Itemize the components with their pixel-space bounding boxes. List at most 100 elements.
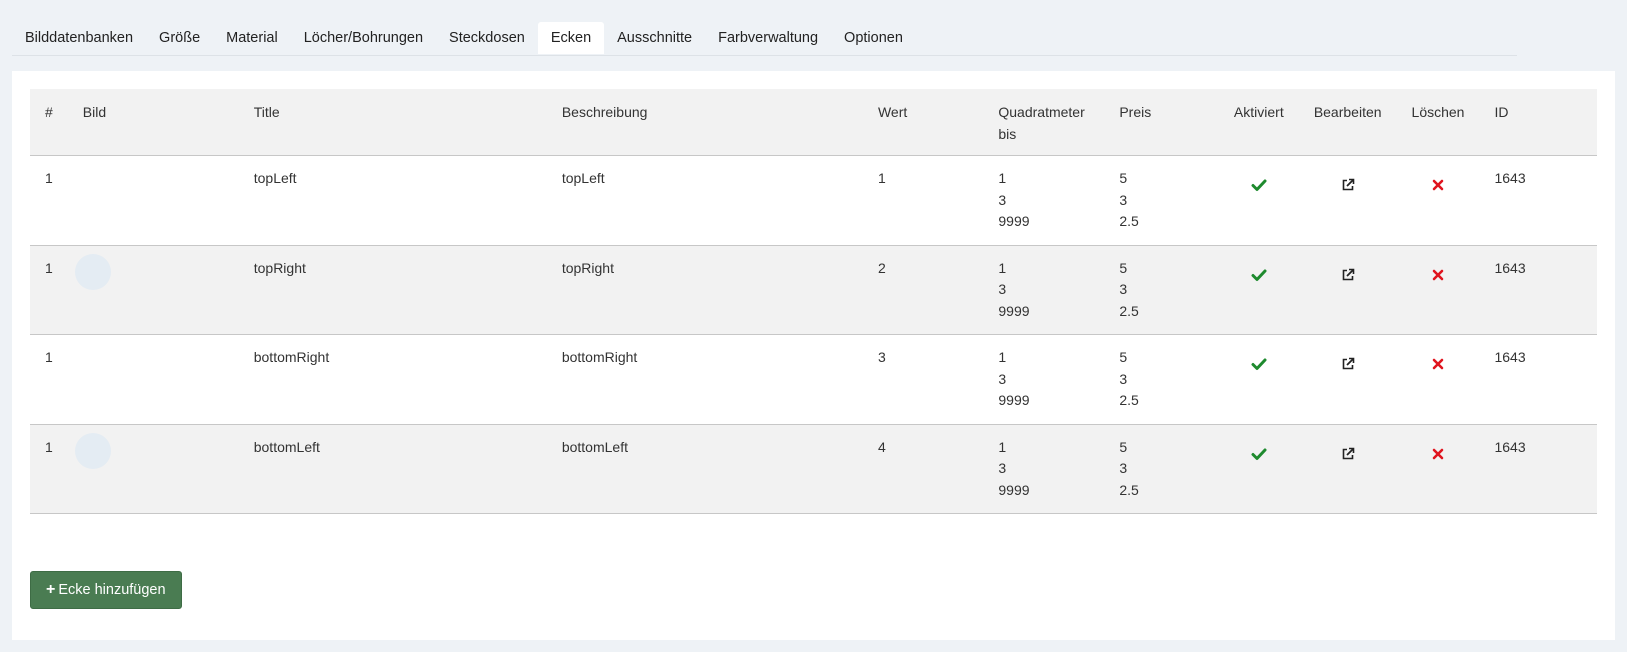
row-edit: [1298, 155, 1397, 246]
tab-ecken[interactable]: Ecken: [537, 22, 605, 54]
price-tier: 2.5: [1119, 392, 1139, 408]
square-meters-tier: 1: [998, 170, 1007, 186]
tab-bar: Bilddatenbanken Größe Material Löcher/Bo…: [12, 22, 1517, 56]
header-delete: Löschen: [1396, 89, 1480, 156]
tab-bilddatenbanken[interactable]: Bilddatenbanken: [12, 22, 146, 54]
tab-optionen[interactable]: Optionen: [831, 22, 916, 54]
row-title: bottomRight: [238, 334, 547, 425]
add-corner-button-label: Ecke hinzufügen: [58, 582, 166, 598]
row-edit: [1298, 245, 1397, 335]
tab-ausschnitte[interactable]: Ausschnitte: [604, 22, 705, 54]
check-icon[interactable]: [1251, 446, 1267, 462]
close-icon[interactable]: [1430, 267, 1446, 283]
table-row: 1 bottomLeft bottomLeft 4 1 3 9999 5 3 2.5 1643: [30, 424, 1597, 514]
thumbnail-image: [74, 253, 111, 290]
header-price: Preis: [1104, 89, 1219, 156]
header-edit: Bearbeiten: [1298, 89, 1397, 156]
row-description: bottomRight: [546, 334, 863, 425]
row-active: [1218, 245, 1299, 335]
content-panel: # Bild Title Beschreibung Wert Quadratme…: [12, 71, 1615, 640]
external-link-icon[interactable]: [1340, 177, 1356, 193]
square-meters-tier: 3: [998, 460, 1007, 476]
check-icon[interactable]: [1251, 267, 1267, 283]
row-edit: [1298, 424, 1397, 514]
row-value: 3: [862, 334, 984, 425]
row-delete: [1396, 334, 1480, 425]
row-square-meters: 1 3 9999: [983, 334, 1105, 425]
row-number: 1: [30, 245, 68, 335]
row-number: 1: [30, 155, 68, 246]
square-meters-tier: 9999: [998, 302, 1030, 319]
header-value: Wert: [862, 89, 984, 156]
row-id: 1643: [1479, 155, 1597, 246]
row-title: topLeft: [238, 155, 547, 246]
header-id: ID: [1479, 89, 1597, 156]
header-square-meters: Quadratmeter bis: [983, 89, 1105, 156]
row-image: [67, 334, 239, 425]
external-link-icon[interactable]: [1340, 446, 1356, 462]
close-icon[interactable]: [1430, 356, 1446, 372]
square-meters-tier: 1: [998, 259, 1007, 276]
external-link-icon[interactable]: [1340, 267, 1356, 283]
row-active: [1218, 334, 1299, 425]
row-price: 5 3 2.5: [1104, 424, 1219, 514]
row-image: [67, 424, 239, 514]
row-image: [67, 155, 239, 246]
header-description: Beschreibung: [546, 89, 863, 156]
row-active: [1218, 155, 1299, 246]
row-title: bottomLeft: [238, 424, 547, 514]
price-tier: 2.5: [1119, 481, 1139, 498]
tab-loecher-bohrungen[interactable]: Löcher/Bohrungen: [291, 22, 436, 54]
row-value: 4: [862, 424, 984, 514]
check-icon[interactable]: [1251, 356, 1267, 372]
row-active: [1218, 424, 1299, 514]
table-row: 1 bottomRight bottomRight 3 1 3 9999 5 3 2.5 1643: [30, 334, 1597, 425]
tab-material[interactable]: Material: [213, 22, 291, 54]
price-tier: 5: [1119, 349, 1128, 365]
square-meters-tier: 9999: [998, 481, 1030, 498]
table-row: 1 topLeft topLeft 1 1 3 9999 5 3 2.5 1643: [30, 155, 1597, 246]
row-description: topRight: [546, 245, 863, 335]
external-link-icon[interactable]: [1340, 356, 1356, 372]
tab-steckdosen[interactable]: Steckdosen: [436, 22, 538, 54]
row-square-meters: 1 3 9999: [983, 424, 1105, 514]
price-tier: 3: [1119, 460, 1128, 476]
row-price: 5 3 2.5: [1104, 334, 1219, 425]
plus-icon: +: [46, 581, 56, 598]
square-meters-tier: 1: [998, 349, 1007, 365]
close-icon[interactable]: [1430, 177, 1446, 193]
row-number: 1: [30, 334, 68, 425]
row-price: 5 3 2.5: [1104, 245, 1219, 335]
row-id: 1643: [1479, 245, 1597, 335]
check-icon[interactable]: [1251, 177, 1267, 193]
row-value: 2: [862, 245, 984, 335]
header-square-meters-line2: bis: [998, 126, 1017, 142]
tab-farbverwaltung[interactable]: Farbverwaltung: [705, 22, 831, 54]
row-square-meters: 1 3 9999: [983, 155, 1105, 246]
row-number: 1: [30, 424, 68, 514]
header-title: Title: [238, 89, 547, 156]
square-meters-tier: 9999: [998, 213, 1030, 229]
price-tier: 5: [1119, 438, 1128, 455]
row-value: 1: [862, 155, 984, 246]
square-meters-tier: 9999: [998, 392, 1030, 408]
row-price: 5 3 2.5: [1104, 155, 1219, 246]
corners-table: # Bild Title Beschreibung Wert Quadratme…: [30, 89, 1597, 514]
table-row: 1 topRight topRight 2 1 3 9999 5 3 2.5 1643: [30, 245, 1597, 335]
row-square-meters: 1 3 9999: [983, 245, 1105, 335]
row-id: 1643: [1479, 334, 1597, 425]
row-delete: [1396, 155, 1480, 246]
price-tier: 2.5: [1119, 213, 1139, 229]
header-square-meters-line1: Quadratmeter: [998, 104, 1085, 120]
price-tier: 5: [1119, 170, 1128, 186]
add-corner-button[interactable]: + Ecke hinzufügen: [30, 571, 182, 609]
close-icon[interactable]: [1430, 446, 1446, 462]
header-active: Aktiviert: [1218, 89, 1299, 156]
row-delete: [1396, 245, 1480, 335]
square-meters-tier: 3: [998, 370, 1007, 387]
square-meters-tier: 3: [998, 191, 1007, 208]
tab-groesse[interactable]: Größe: [146, 22, 213, 54]
price-tier: 3: [1119, 191, 1128, 208]
row-id: 1643: [1479, 424, 1597, 514]
square-meters-tier: 1: [998, 438, 1007, 455]
